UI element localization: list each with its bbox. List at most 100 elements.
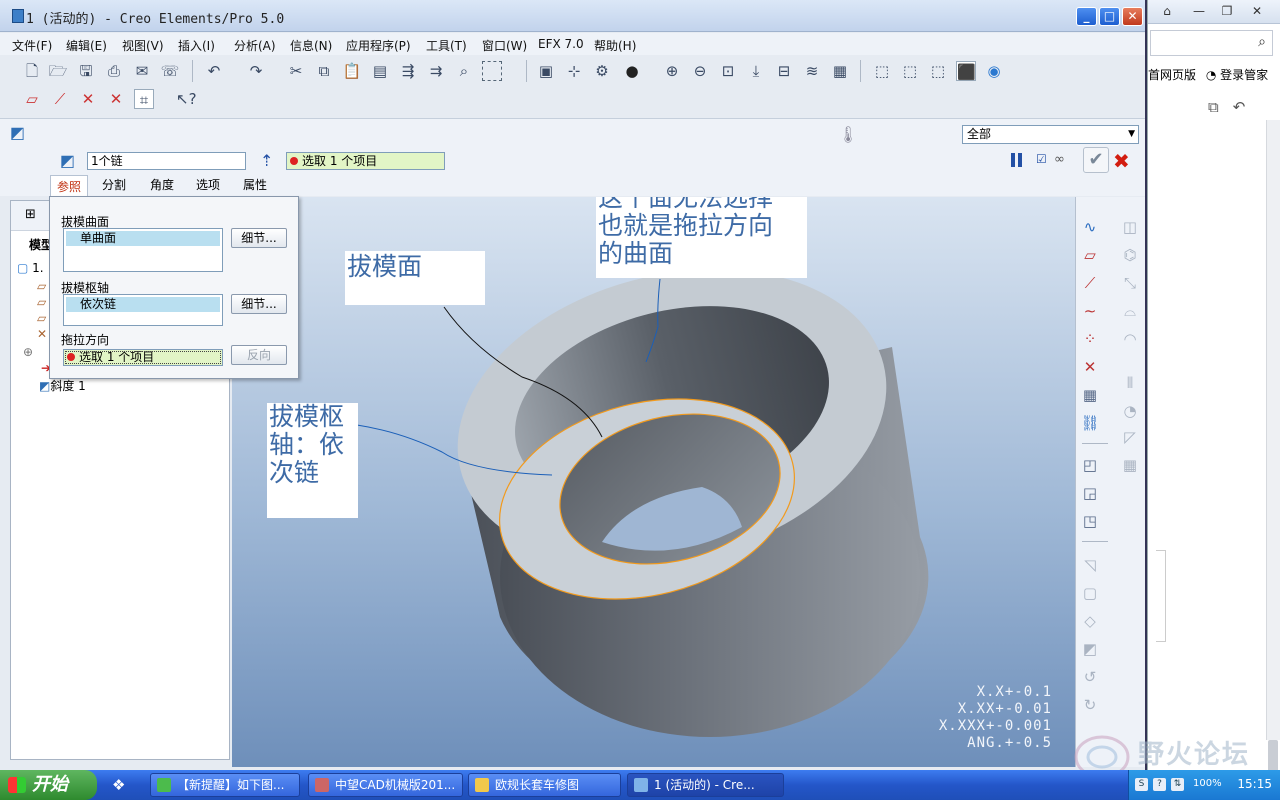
refit-icon[interactable]: ⊡ [718, 61, 738, 81]
sketch-icon[interactable]: ∿ [1080, 217, 1100, 237]
menu-efx[interactable]: EFX 7.0 [538, 37, 584, 51]
message-icon[interactable]: ☏ [160, 61, 180, 81]
maximize-button[interactable]: □ [1099, 7, 1120, 26]
tray-help-icon[interactable]: ? [1153, 778, 1166, 791]
pattern-icon[interactable]: ▦ [1120, 455, 1140, 475]
menu-view[interactable]: 视图(V) [122, 37, 164, 54]
background-scrollbar[interactable] [1266, 120, 1280, 800]
menu-edit[interactable]: 编辑(E) [66, 37, 107, 54]
tab-angles[interactable]: 角度 [150, 176, 174, 193]
csys-icon[interactable]: ✕ [1080, 357, 1100, 377]
tree-datum-plane[interactable]: ▱ [37, 311, 46, 325]
close-icon[interactable]: ✕ [1246, 3, 1268, 20]
tab-options[interactable]: 选项 [196, 176, 220, 193]
warp-icon[interactable]: ↺ [1080, 667, 1100, 687]
repaint-icon[interactable]: ▣ [536, 61, 556, 81]
taskbar-item-zwcad[interactable]: 中望CAD机械版201... [308, 773, 463, 797]
quicklaunch-icon[interactable]: ❖ [112, 776, 125, 794]
save-icon[interactable]: 🖫 [76, 61, 96, 81]
graphics-area[interactable]: 拔模面 这个面无法选择 也就是拖拉方向 的曲面 拔模枢 轴：依 次链 X.X+-… [232, 197, 1075, 767]
view-manager-icon[interactable]: ▦ [830, 61, 850, 81]
new-file-icon[interactable]: 🗋 [22, 61, 42, 81]
menu-help[interactable]: 帮助(H) [594, 37, 636, 54]
tray-network-icon[interactable]: ⇅ [1171, 778, 1184, 791]
preview-checkbox[interactable]: ☑ [1036, 152, 1047, 166]
minimize-icon[interactable]: — [1188, 3, 1210, 20]
zoom-in-icon[interactable]: ⊕ [662, 61, 682, 81]
undo-icon[interactable]: ↶ [1233, 98, 1260, 116]
tree-settings-icon[interactable]: ⊞ [25, 207, 36, 222]
glasses-icon[interactable]: ∞ [1054, 152, 1065, 167]
saved-views-icon[interactable]: ⊟ [774, 61, 794, 81]
datum-axis-icon[interactable]: ⟋ [50, 89, 70, 109]
tree-datum-plane[interactable]: ▱ [37, 279, 46, 293]
selection-box-icon[interactable] [482, 61, 502, 81]
model-display-icon[interactable]: ◉ [984, 61, 1004, 81]
reorient-icon[interactable]: ⤓ [746, 61, 766, 81]
tree-root[interactable]: ▢ 1. [17, 261, 44, 275]
regenerate-manager-icon[interactable]: ⇉ [426, 61, 446, 81]
undo-icon[interactable]: ↶ [204, 61, 224, 81]
minimize-button[interactable]: _ [1076, 7, 1097, 26]
tree-csys[interactable]: ✕ [37, 327, 47, 341]
login-link[interactable]: ◔ 登录管家 [1206, 68, 1268, 82]
taskbar-item-folder[interactable]: 欧规长套车修图 [468, 773, 621, 797]
find-icon[interactable]: ⌕ [454, 61, 474, 81]
close-button[interactable]: ✕ [1122, 7, 1143, 26]
axis-icon[interactable]: ⟋ [1080, 273, 1100, 293]
tab-references[interactable]: 参照 [50, 175, 89, 197]
draft-surface-item[interactable]: 单曲面 [66, 231, 220, 246]
draft-hinge-detail-button[interactable]: 细节... [231, 294, 287, 314]
pause-button[interactable] [1011, 153, 1025, 167]
datum-csys-icon[interactable]: ✕ [106, 89, 126, 109]
draft-hinge-collector[interactable]: 依次链 [63, 294, 223, 326]
orient-icon[interactable]: ⊹ [564, 61, 584, 81]
no-hidden-icon[interactable]: ⬚ [928, 61, 948, 81]
draft-tool-icon[interactable]: ◩ [1080, 639, 1100, 659]
regenerate-icon[interactable]: ⇶ [398, 61, 418, 81]
window-icon[interactable]: ⧉ [1208, 98, 1233, 116]
web-version-link[interactable]: 首网页版 [1148, 68, 1196, 82]
menu-insert[interactable]: 插入(I) [178, 37, 215, 54]
open-file-icon[interactable]: 🗁 [48, 61, 68, 81]
context-help-icon[interactable]: ↖? [176, 89, 197, 109]
title-bar[interactable]: 1 (活动的) - Creo Elements/Pro 5.0 _ □ ✕ [0, 0, 1145, 32]
chain-field[interactable]: 1个链 [87, 152, 246, 170]
menu-file[interactable]: 文件(F) [12, 37, 52, 54]
draft-surface-detail-button[interactable]: 细节... [231, 228, 287, 248]
menu-analysis[interactable]: 分析(A) [234, 37, 276, 54]
redo-icon[interactable]: ↷ [246, 61, 266, 81]
tab-split[interactable]: 分割 [102, 176, 126, 193]
curve-icon[interactable]: ∼ [1080, 301, 1100, 321]
chamfer-icon[interactable]: ◸ [1120, 427, 1140, 447]
draft-surface-collector[interactable]: 单曲面 [63, 228, 223, 272]
trim-icon[interactable]: ◹ [1080, 555, 1100, 575]
thicken-icon[interactable]: ◇ [1080, 611, 1100, 631]
solidify-icon[interactable]: ↻ [1080, 695, 1100, 715]
wireframe-icon[interactable]: ⬚ [872, 61, 892, 81]
layers-icon[interactable]: ≋ [802, 61, 822, 81]
chevron-down-icon[interactable]: ▼ [1128, 126, 1135, 143]
merge-icon[interactable]: ◳ [1080, 511, 1100, 531]
menu-applications[interactable]: 应用程序(P) [346, 37, 411, 54]
paste-icon[interactable]: 📋 [342, 61, 362, 81]
revolve-icon[interactable]: ⌬ [1120, 245, 1140, 265]
datum-point-icon[interactable]: ✕ [78, 89, 98, 109]
taskbar-item-reminder[interactable]: 【新提醒】如下图... [150, 773, 300, 797]
shell-icon[interactable]: ◠ [1120, 329, 1140, 349]
start-button[interactable]: 开始 [0, 770, 97, 800]
pull-direction-field[interactable]: 选取 1 个项目 [63, 349, 223, 366]
background-search-box[interactable]: ⌕ [1150, 30, 1273, 56]
cancel-button[interactable]: ✖ [1113, 149, 1130, 173]
shading-icon[interactable]: ● [622, 61, 642, 81]
restore-icon[interactable]: ❐ [1216, 3, 1238, 20]
pull-direction-collector[interactable]: 选取 1 个项目 [286, 152, 445, 170]
cut-icon[interactable]: ✂ [286, 61, 306, 81]
paste-special-icon[interactable]: ▤ [370, 61, 390, 81]
extrude-icon[interactable]: ◫ [1120, 217, 1140, 237]
mirror-icon[interactable]: ◲ [1080, 483, 1100, 503]
print-icon[interactable]: ⎙ [104, 61, 124, 81]
analysis-icon[interactable]: ▦ [1080, 385, 1100, 405]
datum-plane-icon[interactable]: ▱ [22, 89, 42, 109]
reverse-button[interactable]: 反向 [231, 345, 287, 365]
